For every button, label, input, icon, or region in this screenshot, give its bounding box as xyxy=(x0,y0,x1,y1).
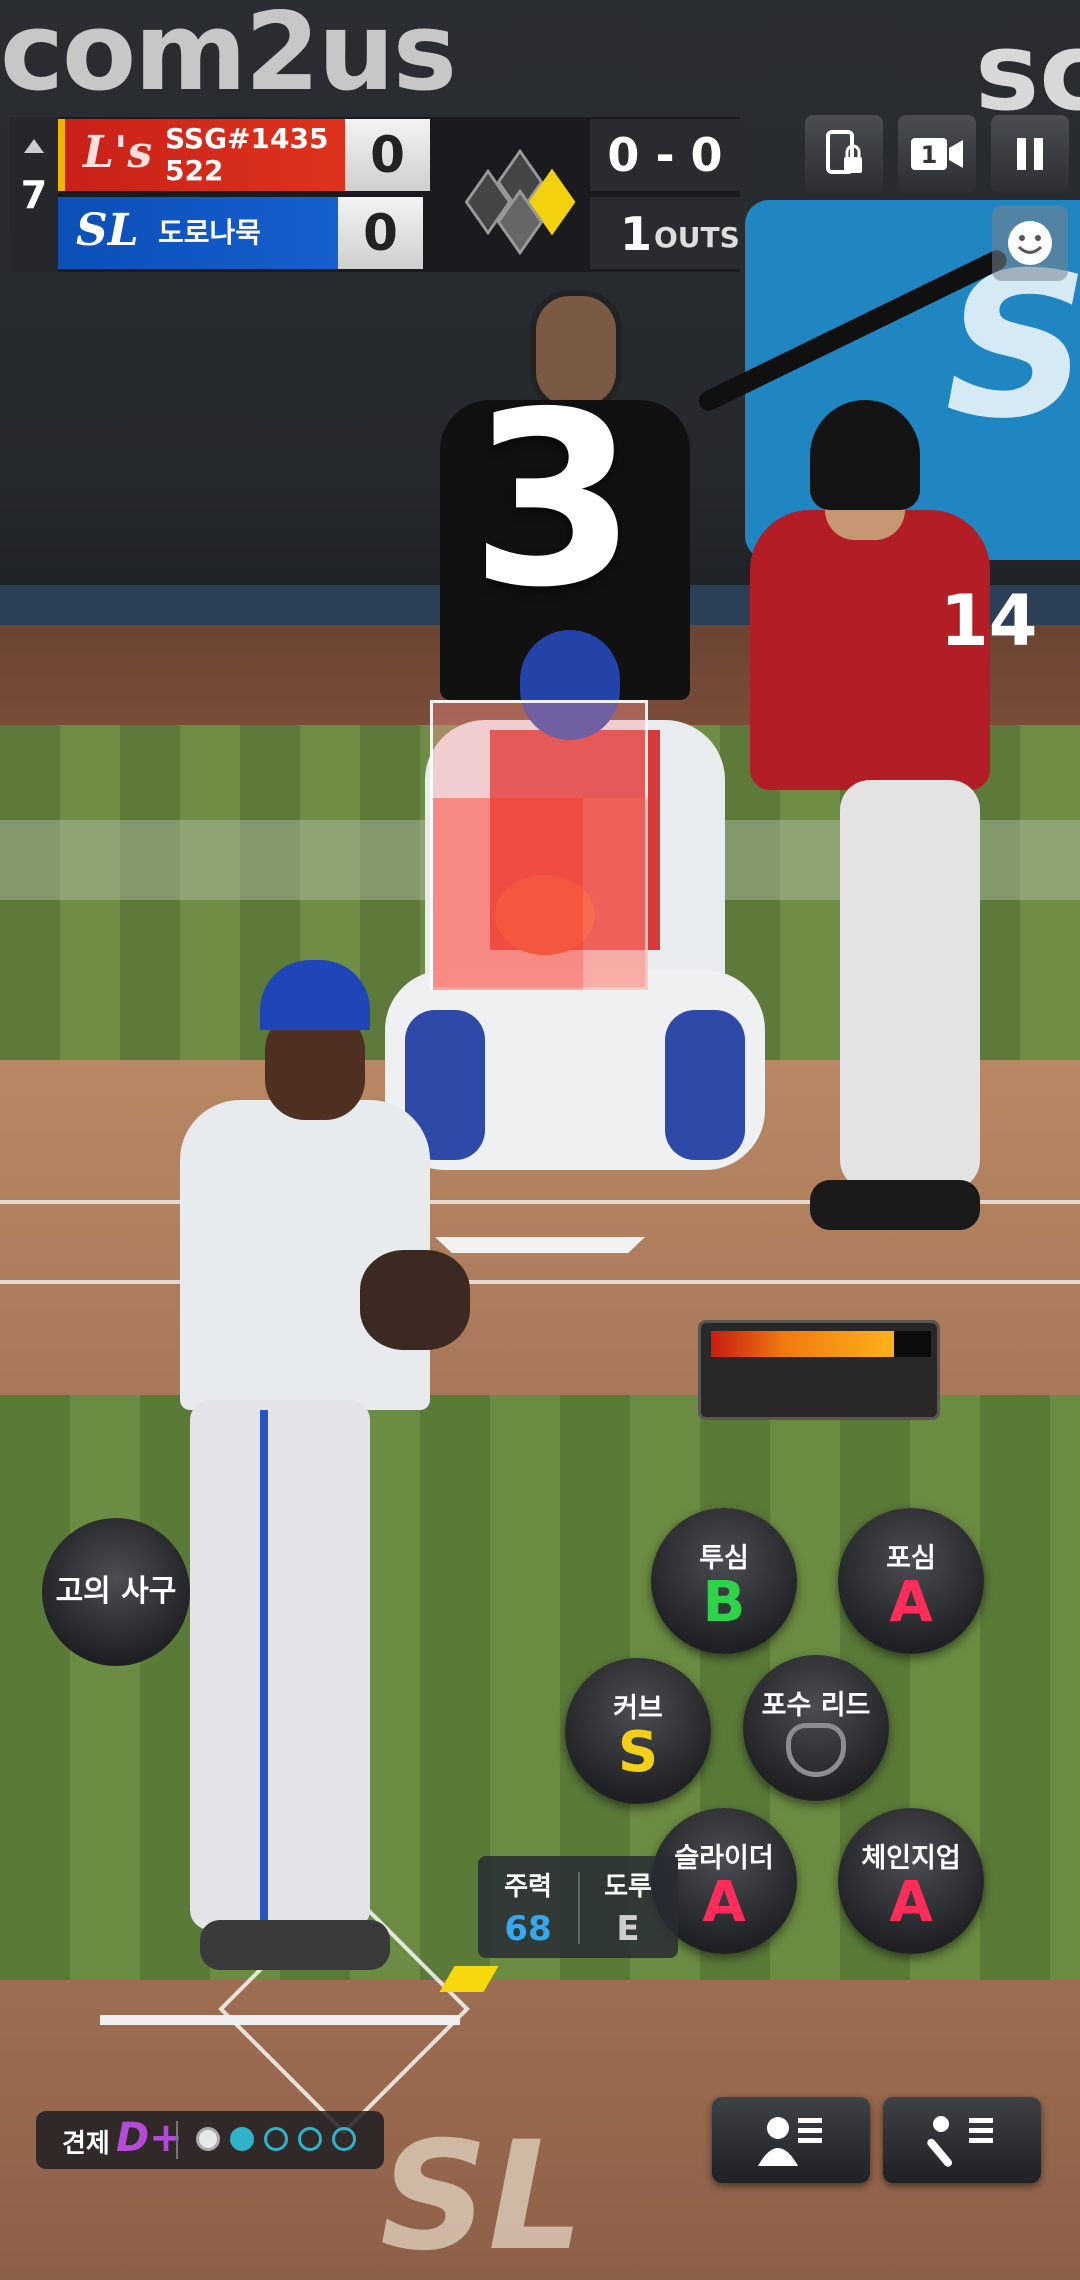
pickoff-dot xyxy=(298,2127,322,2151)
away-team-score: 0 xyxy=(345,119,430,191)
screen-lock-button[interactable] xyxy=(805,115,883,193)
home-team-row: SL 도로나묵 0 xyxy=(58,197,423,269)
pitch-grade: A xyxy=(889,1870,933,1935)
catcher-lead-button[interactable]: 포수 리드 xyxy=(743,1655,889,1801)
pause-button[interactable] xyxy=(991,115,1069,193)
pickoff-dot xyxy=(264,2127,288,2151)
smile-icon xyxy=(1008,221,1052,265)
ball-strike-count: 0 - 0 xyxy=(590,119,740,191)
pitch-button-changeup[interactable]: 체인지업 A xyxy=(838,1808,984,1954)
home-team-logo: SL xyxy=(76,205,139,256)
pitcher-cap xyxy=(260,960,370,1030)
outs-indicator: 1 OUTS xyxy=(590,197,740,269)
pitch-grade: B xyxy=(702,1570,746,1635)
catcher-lead-label: 포수 리드 xyxy=(761,1690,871,1721)
base-runner-diagram xyxy=(450,148,590,256)
away-team-name: SSG#1435 522 xyxy=(165,122,329,187)
runner-info-panel: 주력 68 도루 E xyxy=(478,1856,678,1958)
pickoff-dot xyxy=(230,2127,254,2151)
inning-number: 7 xyxy=(20,173,48,217)
player-list-icon xyxy=(758,2117,822,2166)
emote-button[interactable] xyxy=(992,205,1068,281)
svg-text:1: 1 xyxy=(921,141,938,169)
strike-zone-warm-area xyxy=(583,798,648,990)
pickoff-label: 견제 xyxy=(62,2129,110,2159)
outs-count: 1 xyxy=(620,207,653,261)
home-team-name: 도로나묵 xyxy=(158,216,262,249)
batter-shoes xyxy=(810,1180,980,1230)
outs-label: OUTS xyxy=(654,221,740,254)
pickoff-panel[interactable]: 견제 D+ xyxy=(36,2111,384,2169)
batter-jersey: 14 xyxy=(750,510,1037,790)
pickoff-dot xyxy=(332,2127,356,2151)
batter: 14 xyxy=(690,360,1037,1240)
steal-label: 도루 xyxy=(604,1872,652,1902)
pause-icon xyxy=(1017,138,1043,170)
phone-lock-icon xyxy=(826,130,862,174)
pitcher-pants xyxy=(190,1400,370,1930)
batter-box-line xyxy=(0,1280,1080,1284)
pitcher xyxy=(170,960,500,2020)
pitch-button-two-seam[interactable]: 투심 B xyxy=(651,1508,797,1654)
runner-steal: 도루 E xyxy=(578,1866,678,1949)
pitch-grade: A xyxy=(889,1570,933,1635)
power-gauge-fill xyxy=(711,1331,894,1357)
steal-value: E xyxy=(616,1909,640,1949)
field-logo: SL xyxy=(380,2110,584,2280)
pitch-button-four-seam[interactable]: 포심 A xyxy=(838,1508,984,1654)
pitch-grade: S xyxy=(617,1720,659,1785)
intentional-walk-button[interactable]: 고의 사구 xyxy=(42,1518,190,1666)
away-team-logo: L's xyxy=(83,127,153,178)
com2us-wall-logo: com2us xyxy=(0,0,457,115)
pitch-power-gauge xyxy=(698,1320,940,1420)
batting-strategy-button[interactable] xyxy=(883,2097,1041,2183)
strike-zone[interactable] xyxy=(430,700,648,990)
top-inning-arrow-icon xyxy=(24,139,44,153)
power-gauge-track xyxy=(711,1331,931,1357)
speed-label: 주력 xyxy=(504,1872,552,1902)
batter-number: 14 xyxy=(940,580,1038,662)
bat-ball-list-icon xyxy=(927,2116,993,2167)
batter-pants xyxy=(840,780,980,1190)
batter-helmet xyxy=(810,400,920,510)
countdown-number: 3 xyxy=(470,360,637,640)
runner-speed: 주력 68 xyxy=(478,1866,578,1949)
pickoff-grade: D+ xyxy=(116,2115,183,2161)
camera-view-button[interactable]: 1 xyxy=(898,115,976,193)
catcher-mask-icon xyxy=(786,1723,846,1777)
speed-value: 68 xyxy=(504,1909,552,1949)
scoreboard: 7 L's SSG#1435 522 0 SL 도로나묵 0 0 - 0 1 O… xyxy=(10,117,740,272)
home-team-score: 0 xyxy=(338,197,423,269)
away-team-row: L's SSG#1435 522 0 xyxy=(58,119,430,191)
divider xyxy=(176,2121,178,2159)
pitch-button-curve[interactable]: 커브 S xyxy=(565,1658,711,1804)
lineup-button[interactable] xyxy=(712,2097,870,2183)
pitcher-pants-stripe xyxy=(260,1410,268,1920)
inning-indicator: 7 xyxy=(10,117,58,272)
pitcher-glove xyxy=(360,1250,470,1350)
camera-1-icon: 1 xyxy=(911,138,963,170)
pitcher-shoes xyxy=(200,1920,390,1970)
pickoff-dot xyxy=(196,2127,220,2151)
